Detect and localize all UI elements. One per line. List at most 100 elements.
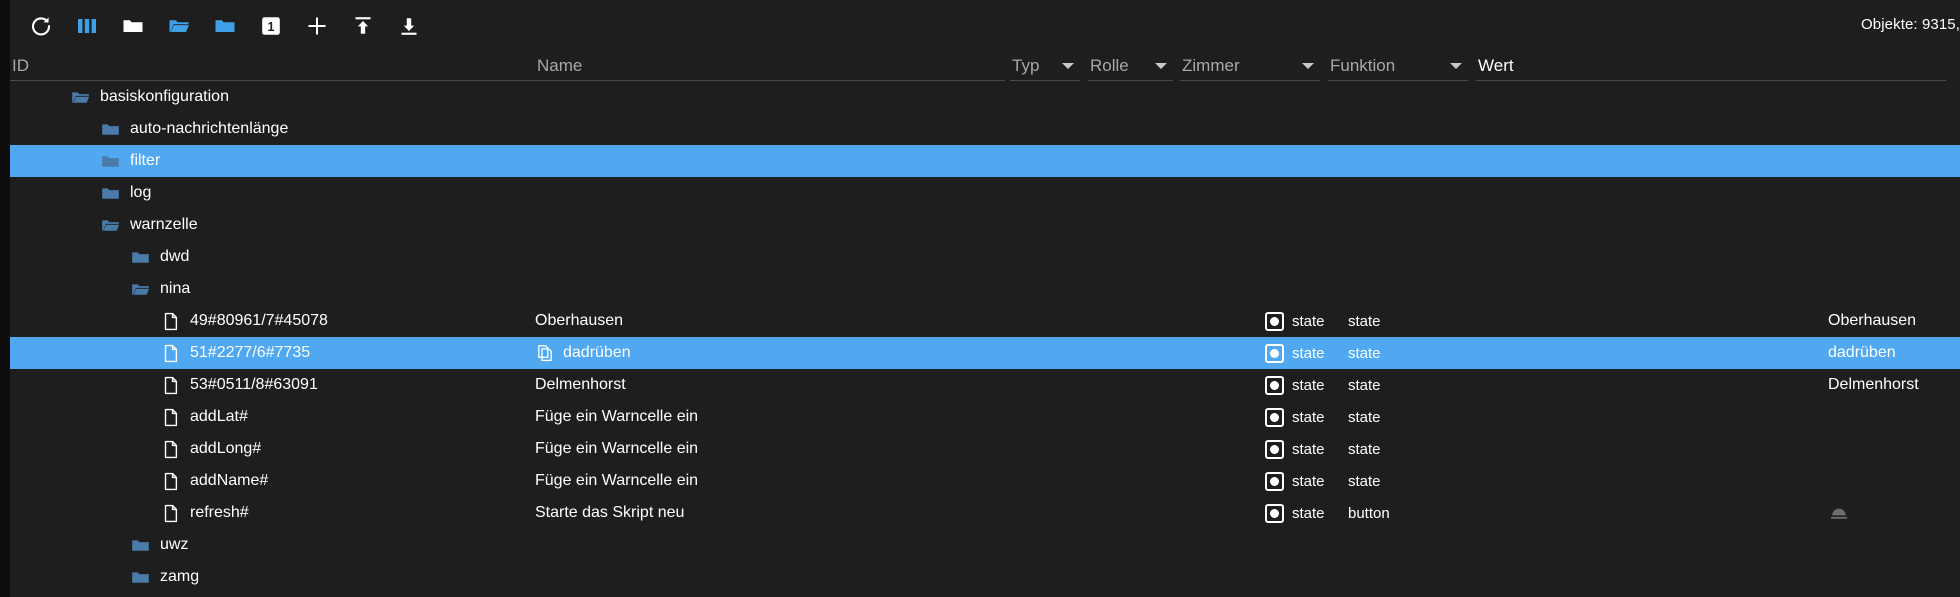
tree-row[interactable]: nina xyxy=(10,273,1960,305)
tree-row-id-cell[interactable]: uwz xyxy=(10,529,535,561)
import-icon[interactable] xyxy=(340,3,386,49)
column-header-label-wert: Wert xyxy=(1478,55,1514,75)
tree-row[interactable]: refresh# Starte das Skript neu state button xyxy=(10,497,1960,529)
state-dot-icon xyxy=(1265,471,1284,491)
tree-row[interactable]: warnzelle xyxy=(10,209,1960,241)
object-count-label: Objekte: 9315, xyxy=(1861,16,1960,33)
column-header-funktion[interactable]: Funktion xyxy=(1328,51,1468,81)
folder-closed-icon xyxy=(100,151,121,172)
column-header-label-zimmer: Zimmer xyxy=(1182,55,1240,75)
tree-row-id-label: addLong# xyxy=(190,440,262,457)
tree-row-id-cell[interactable]: warnzelle xyxy=(10,209,535,241)
tree-row-id-cell[interactable]: 53#0511/8#63091 xyxy=(10,369,535,401)
tree-row-id-cell[interactable]: filter xyxy=(10,145,535,177)
tree-row-id-cell[interactable]: 51#2277/6#7735 xyxy=(10,337,535,369)
tree-row-wert-label: Oberhausen xyxy=(1828,312,1917,329)
tree-row-wert-cell[interactable] xyxy=(1828,497,1960,529)
tree-row-id-cell[interactable]: addLat# xyxy=(10,401,535,433)
tree-row-typ-cell: state xyxy=(1265,465,1345,497)
tree-row-id-cell[interactable]: addName# xyxy=(10,465,535,497)
tree-row[interactable]: zamg xyxy=(10,561,1960,593)
tree-row-rolle-label: state xyxy=(1348,472,1381,490)
tree-row[interactable]: addLong# Füge ein Warncelle ein state state xyxy=(10,433,1960,465)
tree-row-id-label: 51#2277/6#7735 xyxy=(190,344,311,361)
tree-row[interactable]: 53#0511/8#63091 Delmenhorst state state Delm… xyxy=(10,369,1960,401)
tree-row-id-label: addLat# xyxy=(190,408,248,425)
collapse-all-icon[interactable] xyxy=(110,3,156,49)
expand-level-icon[interactable] xyxy=(202,3,248,49)
tree-row-id-cell[interactable]: refresh# xyxy=(10,497,535,529)
tree-row-name-cell[interactable]: Delmenhorst xyxy=(535,369,995,401)
tree-row-typ-cell: state xyxy=(1265,497,1345,529)
tree-row-id-cell[interactable]: addLong# xyxy=(10,433,535,465)
chevron-down-icon[interactable] xyxy=(1302,63,1314,69)
state-dot-icon xyxy=(1265,311,1284,331)
tree-row[interactable]: filter xyxy=(10,145,1960,177)
folder-open-icon xyxy=(100,215,121,236)
copy-icon[interactable] xyxy=(535,343,555,363)
tree-row-rolle-cell: state xyxy=(1348,433,1458,465)
expand-all-icon[interactable] xyxy=(156,3,202,49)
folder-closed-icon xyxy=(130,247,151,268)
column-header-typ[interactable]: Typ xyxy=(1010,51,1080,81)
tree-row-id-cell[interactable]: auto-nachrichtenlänge xyxy=(10,113,535,145)
tree-row[interactable]: auto-nachrichtenlänge xyxy=(10,113,1960,145)
tree-row-id-label: basiskonfiguration xyxy=(100,88,229,105)
tree-row[interactable]: log xyxy=(10,177,1960,209)
tree-row-id-cell[interactable]: nina xyxy=(10,273,535,305)
tree-row-rolle-cell: state xyxy=(1348,369,1458,401)
tree-row-rolle-cell: state xyxy=(1348,401,1458,433)
tree-row-name-cell[interactable]: Oberhausen xyxy=(535,305,995,337)
tree-row[interactable]: addName# Füge ein Warncelle ein state state xyxy=(10,465,1960,497)
column-header-label-name: Name xyxy=(537,55,583,75)
tree-row-id-cell[interactable]: basiskonfiguration xyxy=(10,81,535,113)
column-header-wert[interactable]: Wert xyxy=(1476,51,1946,81)
tree-row-name-cell[interactable]: Starte das Skript neu xyxy=(535,497,995,529)
refresh-icon[interactable] xyxy=(18,3,64,49)
chevron-down-icon[interactable] xyxy=(1062,63,1074,69)
tree-row-wert-cell[interactable]: dadrüben xyxy=(1828,337,1960,369)
tree-row-id-label: zamg xyxy=(160,568,200,585)
tree-row-name-label: dadrüben xyxy=(563,344,631,361)
tree-row-name-cell[interactable]: Füge ein Warncelle ein xyxy=(535,433,995,465)
tree-row-wert-cell[interactable]: Oberhausen xyxy=(1828,305,1960,337)
column-header-label-typ: Typ xyxy=(1012,55,1040,75)
add-object-icon[interactable] xyxy=(294,3,340,49)
tree-row-name-label: Füge ein Warncelle ein xyxy=(535,440,699,457)
export-icon[interactable] xyxy=(386,3,432,49)
file-icon xyxy=(160,343,181,364)
tree-row-id-cell[interactable]: zamg xyxy=(10,561,535,593)
tree-row-rolle-cell: state xyxy=(1348,305,1458,337)
push-button-icon[interactable] xyxy=(1828,502,1850,524)
tree-row[interactable]: 51#2277/6#7735 dadrüben state state dadrüben xyxy=(10,337,1960,369)
column-header-rolle[interactable]: Rolle xyxy=(1088,51,1173,81)
tree-row-id-cell[interactable]: log xyxy=(10,177,535,209)
tree-row-name-cell[interactable]: Füge ein Warncelle ein xyxy=(535,401,995,433)
tree-row[interactable]: 49#80961/7#45078 Oberhausen state state Ober… xyxy=(10,305,1960,337)
state-dot-icon xyxy=(1265,503,1284,523)
tree-row[interactable]: dwd xyxy=(10,241,1960,273)
tree-row-id-cell[interactable]: 49#80961/7#45078 xyxy=(10,305,535,337)
state-dot-icon xyxy=(1265,439,1284,459)
tree-row-typ-cell: state xyxy=(1265,369,1345,401)
tree-row-wert-label: dadrüben xyxy=(1828,344,1896,361)
tree-row[interactable]: uwz xyxy=(10,529,1960,561)
chevron-down-icon[interactable] xyxy=(1450,63,1462,69)
tree-row[interactable]: addLat# Füge ein Warncelle ein state state xyxy=(10,401,1960,433)
file-icon xyxy=(160,375,181,396)
toolbar: 1 Objekte: 9315, xyxy=(10,0,1960,51)
tree-row-rolle-cell: state xyxy=(1348,465,1458,497)
depth-level-icon[interactable]: 1 xyxy=(248,3,294,49)
column-header-zimmer[interactable]: Zimmer xyxy=(1180,51,1320,81)
column-header-id[interactable]: ID xyxy=(10,51,535,81)
chevron-down-icon[interactable] xyxy=(1155,63,1167,69)
tree-row-id-cell[interactable]: dwd xyxy=(10,241,535,273)
column-header-name[interactable]: Name xyxy=(535,51,1005,81)
column-header-label-id: ID xyxy=(12,55,29,75)
columns-icon[interactable] xyxy=(64,3,110,49)
tree-row[interactable]: basiskonfiguration xyxy=(10,81,1960,113)
object-tree[interactable]: basiskonfiguration auto-nachrichtenlänge f… xyxy=(10,81,1960,597)
tree-row-wert-cell[interactable]: Delmenhorst xyxy=(1828,369,1960,401)
tree-row-name-cell[interactable]: dadrüben xyxy=(535,337,995,369)
tree-row-name-cell[interactable]: Füge ein Warncelle ein xyxy=(535,465,995,497)
